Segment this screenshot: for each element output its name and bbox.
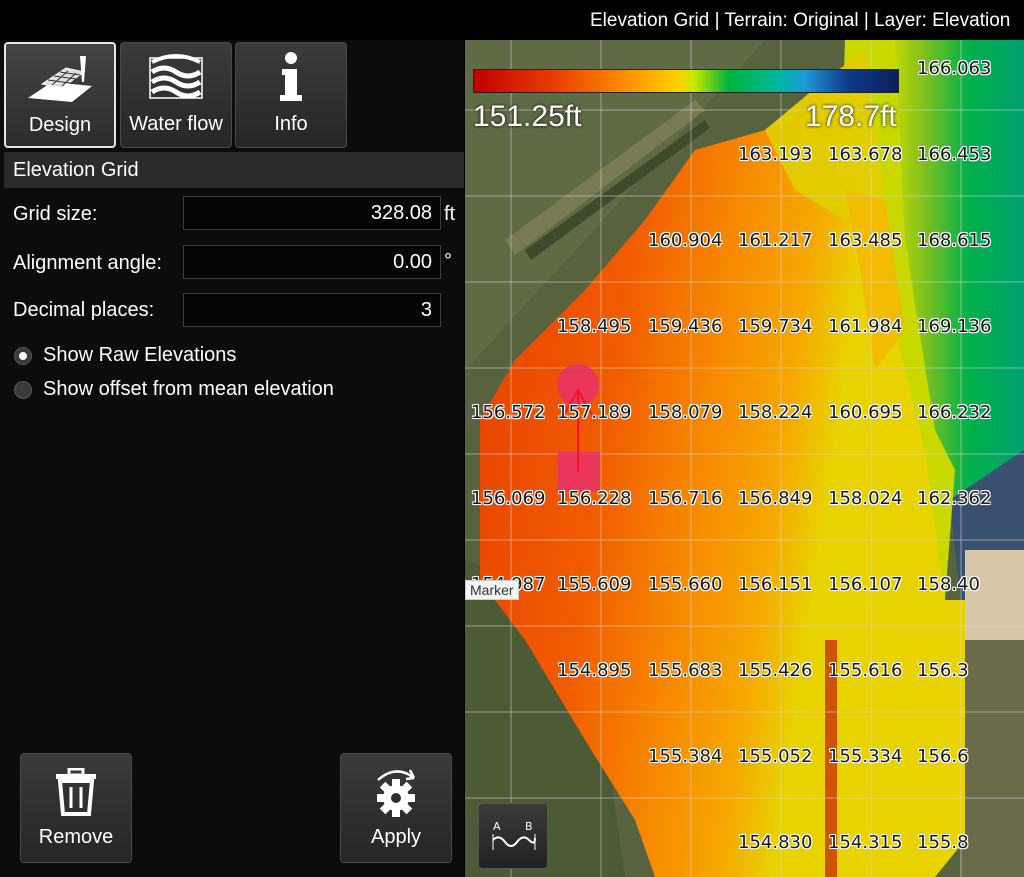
radio-selected-dot (14, 346, 32, 365)
marker-label[interactable]: Marker (465, 580, 519, 600)
decimal-places-input[interactable]: 3 (183, 293, 441, 327)
elevation-value: 158.024 (828, 488, 903, 509)
apply-button[interactable]: Apply (340, 753, 452, 863)
elevation-value: 155.609 (557, 574, 632, 595)
grid-size-unit: ft (444, 203, 456, 225)
water-flow-icon (121, 49, 231, 105)
alignment-angle-input[interactable]: 0.00 (183, 245, 441, 279)
elevation-value: 160.904 (648, 230, 723, 251)
ab-profile-icon: A B (492, 820, 536, 850)
elevation-value: 159.734 (738, 316, 813, 337)
elevation-value: 158.495 (557, 316, 632, 337)
elevation-value: 163.678 (828, 144, 903, 165)
profile-tool-button[interactable]: A B (478, 803, 548, 869)
side-panel: Design Water flow Info Elevation Grid Gr… (0, 40, 464, 877)
elevation-value: 162.362 (917, 488, 992, 509)
info-icon (236, 49, 346, 105)
elevation-value: 161.984 (828, 316, 903, 337)
elevation-value: 157.189 (557, 402, 632, 423)
show-offset-label: Show offset from mean elevation (43, 378, 334, 400)
tab-water-flow[interactable]: Water flow (120, 42, 232, 148)
section-header: Elevation Grid (4, 152, 464, 188)
elevation-value: 156.3 (917, 660, 969, 681)
alignment-angle-unit: ° (444, 250, 452, 272)
window-title: Elevation Grid | Terrain: Original | Lay… (590, 10, 1011, 31)
elevation-value: 156.107 (828, 574, 903, 595)
elevation-value: 155.052 (738, 746, 813, 767)
elevation-value: 158.224 (738, 402, 813, 423)
design-icon (6, 50, 114, 106)
elevation-value: 156.716 (648, 488, 723, 509)
elevation-legend-bar (473, 69, 899, 93)
elevation-value: 166.453 (917, 144, 992, 165)
show-raw-elevations-radio[interactable]: Show Raw Elevations (14, 344, 236, 367)
elevation-value: 166.063 (917, 58, 992, 79)
elevation-value: 154.830 (738, 832, 813, 853)
tab-info[interactable]: Info (235, 42, 347, 148)
elevation-value: 156.849 (738, 488, 813, 509)
tab-info-label: Info (274, 113, 308, 135)
elevation-value: 166.232 (917, 402, 992, 423)
tab-design[interactable]: Design (4, 42, 116, 148)
elevation-value: 155.384 (648, 746, 723, 767)
elevation-value: 156.069 (471, 488, 546, 509)
elevation-value: 155.660 (648, 574, 723, 595)
grid-size-input[interactable]: 328.08 (183, 196, 441, 230)
elevation-value: 156.151 (738, 574, 813, 595)
section-title: Elevation Grid (13, 159, 139, 181)
elevation-value: 163.193 (738, 144, 813, 165)
elevation-value: 158.40 (917, 574, 980, 595)
elevation-value: 155.616 (828, 660, 903, 681)
remove-button-label: Remove (38, 826, 114, 848)
elevation-value: 156.6 (917, 746, 969, 767)
elevation-value: 154.895 (557, 660, 632, 681)
gear-refresh-icon (341, 764, 451, 820)
elevation-value: 158.079 (648, 402, 723, 423)
tab-design-label: Design (28, 114, 92, 136)
decimal-places-label: Decimal places: (13, 299, 155, 321)
title-bar: Elevation Grid | Terrain: Original | Lay… (0, 0, 1024, 40)
elevation-value: 161.217 (738, 230, 813, 251)
elevation-value: 155.426 (738, 660, 813, 681)
show-raw-elevations-label: Show Raw Elevations (43, 344, 237, 366)
svg-text:B: B (525, 820, 533, 833)
remove-button[interactable]: Remove (20, 753, 132, 863)
radio-unselected-dot (14, 380, 32, 399)
legend-max-value: 178.7ft (805, 100, 897, 133)
elevation-value: 168.615 (917, 230, 992, 251)
tab-water-flow-label: Water flow (129, 113, 223, 135)
elevation-value: 155.334 (828, 746, 903, 767)
apply-button-label: Apply (370, 826, 422, 848)
elevation-value: 160.695 (828, 402, 903, 423)
elevation-value: 155.683 (648, 660, 723, 681)
show-offset-radio[interactable]: Show offset from mean elevation (14, 378, 334, 401)
elevation-value: 156.572 (471, 402, 546, 423)
grid-size-label: Grid size: (13, 203, 98, 225)
alignment-angle-label: Alignment angle: (13, 252, 162, 274)
elevation-value: 155.8 (917, 832, 969, 853)
elevation-value: 159.436 (648, 316, 723, 337)
map-view[interactable]: 151.25ft 178.7ft 166.063 163.193 163.678 16… (465, 40, 1024, 877)
elevation-value: 156.228 (557, 488, 632, 509)
svg-text:A: A (493, 820, 501, 833)
elevation-value: 163.485 (828, 230, 903, 251)
elevation-value: 169.136 (917, 316, 992, 337)
elevation-value: 154.315 (828, 832, 903, 853)
trash-icon (21, 764, 131, 820)
legend-min-value: 151.25ft (473, 100, 582, 133)
